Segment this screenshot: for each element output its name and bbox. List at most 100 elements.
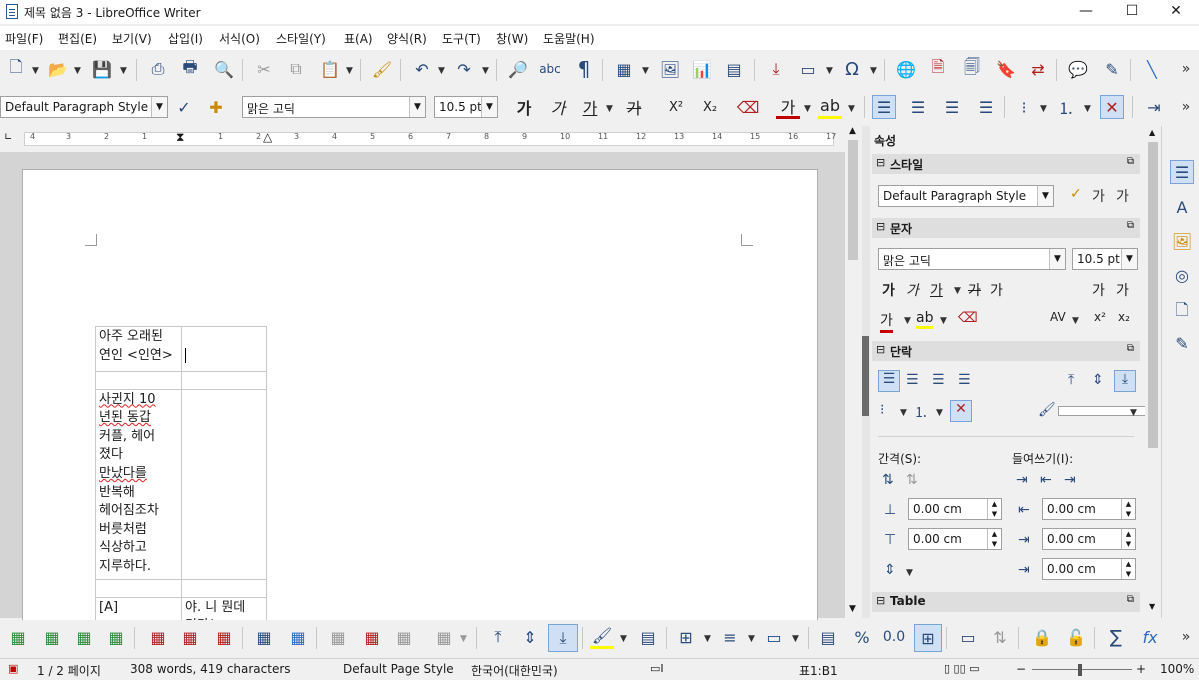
no-list-icon[interactable]: ✕ bbox=[1100, 95, 1124, 119]
collapse-icon[interactable]: ⊟ bbox=[876, 220, 885, 233]
table-cell-a1[interactable]: 아주 오래된 연인 <인연> bbox=[95, 326, 182, 372]
close-button[interactable]: ✕ bbox=[1153, 0, 1199, 24]
menu-window[interactable]: 창(W) bbox=[496, 30, 528, 47]
menu-format[interactable]: 서식(O) bbox=[219, 30, 260, 47]
hanging-indent-icon[interactable]: ⇥ bbox=[1064, 472, 1076, 488]
align-left-icon[interactable]: ☰ bbox=[872, 95, 896, 119]
subscript-icon[interactable]: X₂ bbox=[698, 95, 722, 119]
page-count[interactable]: 1 / 2 페이지 bbox=[37, 662, 101, 679]
menu-help[interactable]: 도움말(H) bbox=[543, 30, 595, 47]
table-cell-b1[interactable] bbox=[181, 326, 267, 372]
align-center-vertical-icon[interactable]: ⇕ bbox=[518, 625, 542, 649]
spin-button[interactable]: ▲ ▼ bbox=[1121, 529, 1135, 549]
save-icon[interactable]: 💾 bbox=[90, 57, 114, 81]
increase-spacing-icon[interactable]: ⇅ bbox=[882, 472, 894, 488]
zoom-slider[interactable] bbox=[1032, 669, 1132, 670]
document-area[interactable]: 아주 오래된 연인 <인연> 사귄지 10 년된 동갑 커플, 헤어 졌다 만났다를 반복… bbox=[0, 152, 845, 638]
insert-columns-before-icon[interactable]: ▦ bbox=[72, 625, 96, 649]
split-table-icon[interactable]: ▦ bbox=[392, 625, 416, 649]
chevron-down-icon[interactable]: ▼ bbox=[1121, 249, 1137, 269]
align-center-icon[interactable]: ☰ bbox=[906, 372, 919, 388]
table-cell-b3[interactable] bbox=[181, 388, 267, 580]
copy-icon[interactable]: ⧉ bbox=[284, 57, 308, 81]
border-color-icon[interactable]: ▭ bbox=[762, 625, 786, 649]
split-cells-icon[interactable]: ▦ bbox=[360, 625, 384, 649]
delete-table-icon[interactable]: ▦ bbox=[212, 625, 236, 649]
menu-edit[interactable]: 편집(E) bbox=[58, 30, 97, 47]
menu-file[interactable]: 파일(F) bbox=[5, 30, 43, 47]
spin-button[interactable]: ▲ ▼ bbox=[987, 529, 1001, 549]
view-layout-icon[interactable]: ▯ ▯▯ ▭ bbox=[944, 662, 980, 675]
track-changes-icon[interactable]: ✎ bbox=[1100, 57, 1124, 81]
horizontal-ruler[interactable]: ∟ 4 3 2 1 1 2 3 4 5 6 7 8 9 10 11 12 13 14 15 16 17 ⧗ △ bbox=[0, 126, 862, 152]
endnote-icon[interactable]: 🗐 bbox=[960, 57, 984, 81]
spelling-icon[interactable]: abc bbox=[538, 57, 562, 81]
page-deck-icon[interactable]: 🗋 bbox=[1170, 298, 1194, 322]
chevron-down-icon[interactable]: ▼ bbox=[1037, 186, 1053, 206]
numbered-list-icon[interactable]: ⒈ bbox=[1054, 95, 1078, 119]
select-cell-icon[interactable]: ▦ bbox=[252, 625, 276, 649]
insert-field-icon[interactable]: ▭ bbox=[796, 57, 820, 81]
table-cell-b2[interactable] bbox=[181, 370, 267, 390]
menu-styles[interactable]: 스타일(Y) bbox=[276, 30, 326, 47]
bookmark-icon[interactable]: 🔖 bbox=[994, 57, 1018, 81]
new-style-icon[interactable]: ✚ bbox=[204, 95, 228, 119]
autoformat-icon[interactable]: ▤ bbox=[636, 625, 660, 649]
optimize-size-icon[interactable]: ▦ bbox=[432, 625, 456, 649]
more-options-icon[interactable]: ⧉ bbox=[1127, 156, 1134, 167]
insert-line-icon[interactable]: ╲ bbox=[1140, 57, 1164, 81]
print-preview-icon[interactable]: 🔍 bbox=[212, 57, 236, 81]
zoom-slider-handle[interactable] bbox=[1078, 664, 1082, 676]
sidebar-splitter[interactable] bbox=[862, 126, 870, 618]
insert-rows-above-icon[interactable]: ▦ bbox=[6, 625, 30, 649]
sidebar-scrollbar[interactable]: ▲ ▼ bbox=[1145, 126, 1161, 618]
scrollbar-thumb[interactable] bbox=[1148, 142, 1158, 448]
formatting-marks-icon[interactable]: ¶ bbox=[572, 57, 596, 81]
zoom-out-icon[interactable]: − bbox=[1016, 662, 1026, 676]
first-line-indent-field[interactable]: 0.00 cm ▲ ▼ bbox=[1042, 558, 1136, 580]
scroll-down-icon[interactable]: ▼ bbox=[1149, 602, 1155, 611]
sort-icon[interactable]: ⇅ bbox=[988, 625, 1012, 649]
insert-image-icon[interactable]: 🖼 bbox=[658, 57, 682, 81]
table-cell-a2[interactable] bbox=[95, 370, 182, 390]
clear-formatting-icon[interactable]: ⌫ bbox=[736, 95, 760, 119]
justify-icon[interactable]: ☰ bbox=[974, 95, 998, 119]
font-size-combo[interactable]: 10.5 pt ▼ bbox=[434, 96, 498, 118]
underline-icon[interactable]: 가 bbox=[930, 280, 943, 300]
subscript-icon[interactable]: x₂ bbox=[1118, 310, 1130, 324]
font-color-icon[interactable]: 가 bbox=[776, 95, 800, 119]
zoom-level[interactable]: 100% bbox=[1160, 662, 1194, 676]
page-style[interactable]: Default Page Style bbox=[343, 662, 454, 676]
collapse-icon[interactable]: ⊟ bbox=[876, 156, 885, 169]
export-pdf-icon[interactable]: ⎙ bbox=[146, 57, 170, 81]
bold-icon[interactable]: 가 bbox=[882, 280, 895, 300]
spin-button[interactable]: ▲ ▼ bbox=[1121, 499, 1135, 519]
borders-icon[interactable]: ⊞ bbox=[674, 625, 698, 649]
insert-caption-icon[interactable]: ▭ bbox=[956, 625, 980, 649]
table-cell-address[interactable]: 표1:B1 bbox=[799, 662, 838, 679]
collapse-icon[interactable]: ⊟ bbox=[876, 594, 885, 607]
paste-icon[interactable]: 📋 bbox=[318, 57, 342, 81]
scroll-up-icon[interactable]: ▲ bbox=[849, 126, 856, 136]
number-format-icon[interactable]: ▤ bbox=[816, 625, 840, 649]
maximize-button[interactable]: ☐ bbox=[1109, 0, 1155, 24]
chevron-down-icon[interactable]: ▼ bbox=[481, 97, 497, 117]
unprotect-cells-icon[interactable]: 🔓 bbox=[1064, 625, 1088, 649]
properties-deck-icon[interactable]: ☰ bbox=[1170, 160, 1194, 184]
font-color-icon[interactable]: 가 bbox=[880, 310, 893, 333]
align-bottom-icon[interactable]: ⤓ bbox=[548, 624, 578, 652]
numbered-list-icon[interactable]: ⒈ bbox=[914, 402, 928, 422]
special-character-icon[interactable]: Ω bbox=[840, 57, 864, 81]
table-cell-a4[interactable] bbox=[95, 578, 182, 598]
cross-reference-icon[interactable]: ⇄ bbox=[1026, 57, 1050, 81]
percent-format-icon[interactable]: % bbox=[850, 625, 874, 649]
align-middle-icon[interactable]: ⇕ bbox=[1092, 372, 1104, 388]
section-header-table[interactable]: ⊟ Table ⧉ bbox=[872, 592, 1140, 612]
align-bottom-icon[interactable]: ⤓ bbox=[1114, 370, 1136, 392]
strikethrough-icon[interactable]: 가 bbox=[968, 280, 981, 300]
chevron-down-icon[interactable]: ▼ bbox=[151, 97, 167, 117]
document-modified-icon[interactable]: ▣ bbox=[8, 662, 18, 675]
increase-indent-icon[interactable]: ⇥ bbox=[1016, 472, 1028, 488]
redo-icon[interactable]: ↷ bbox=[452, 57, 476, 81]
word-count[interactable]: 308 words, 419 characters bbox=[130, 662, 291, 676]
